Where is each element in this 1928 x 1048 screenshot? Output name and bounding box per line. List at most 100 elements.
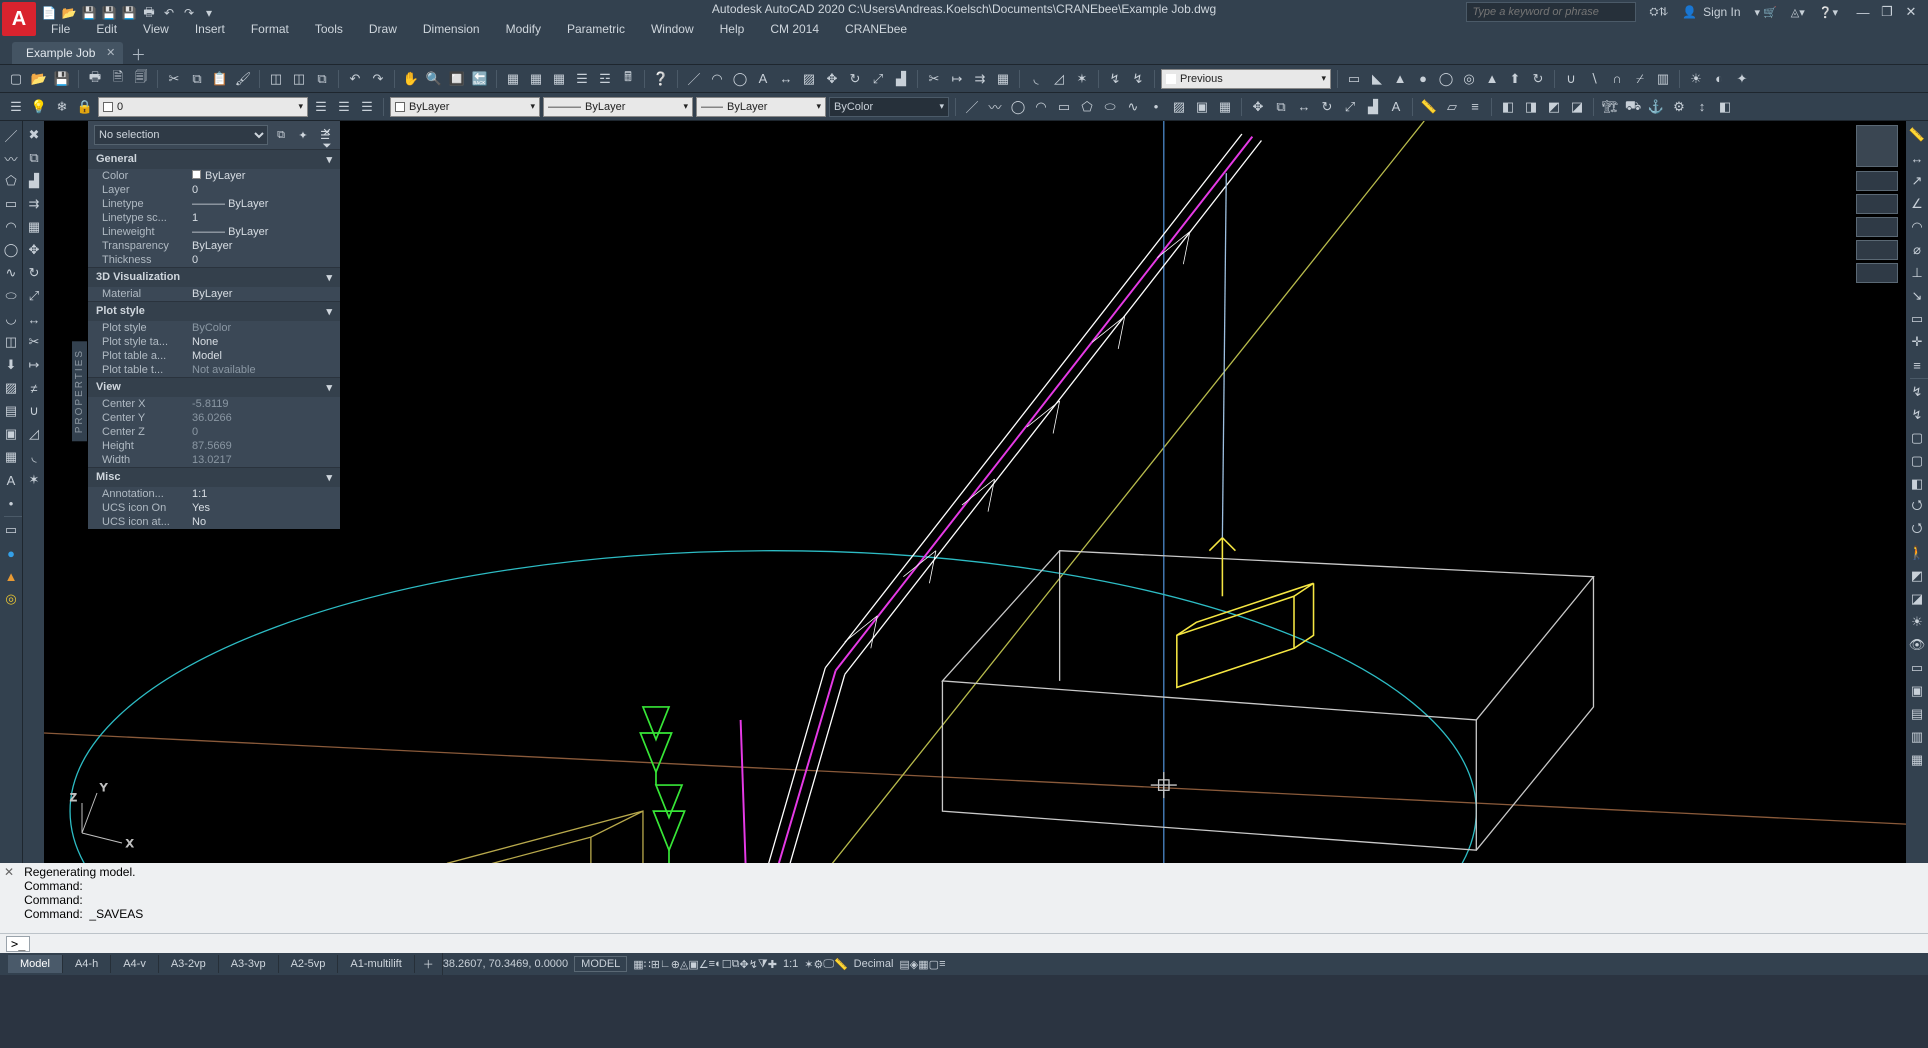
grid2-icon[interactable]: ▦ — [526, 69, 546, 89]
rt-3dorbit-icon[interactable]: ⭯ — [1907, 520, 1927, 540]
union-icon[interactable]: ∪ — [1561, 69, 1581, 89]
extend-icon[interactable]: ↦ — [947, 69, 967, 89]
circle-icon[interactable]: ◯ — [730, 69, 750, 89]
layer-manager-icon[interactable]: ☰ — [6, 97, 26, 117]
rt-xb-icon[interactable]: ▥ — [1907, 727, 1927, 747]
lt-arc-icon[interactable]: ◠ — [1, 217, 21, 237]
add-tab-button[interactable]: ＋ — [127, 44, 149, 64]
lt2-extend-icon[interactable]: ↦ — [24, 355, 44, 375]
grid-icon[interactable]: ▦ — [503, 69, 523, 89]
search-input[interactable] — [1466, 2, 1636, 22]
layout-add-icon[interactable]: ＋ — [415, 953, 443, 975]
rt-dim-dia-icon[interactable]: ⌀ — [1907, 240, 1927, 260]
sb-hw-icon[interactable]: ◈ — [910, 958, 918, 971]
line2-icon[interactable]: ／ — [962, 97, 982, 117]
lt-box3d-icon[interactable]: ▭ — [1, 520, 21, 540]
rotate2-icon[interactable]: ↻ — [1317, 97, 1337, 117]
scale-icon[interactable]: ⤢ — [868, 69, 888, 89]
rt-view-fr-icon[interactable]: ▢ — [1907, 451, 1927, 471]
circle2-icon[interactable]: ◯ — [1008, 97, 1028, 117]
mat-icon[interactable]: ◐ — [1709, 69, 1729, 89]
lt-hatch-icon[interactable]: ▨ — [1, 378, 21, 398]
units-display[interactable]: Decimal — [848, 958, 900, 970]
selection-select[interactable]: No selection — [94, 125, 268, 145]
menu-file[interactable]: File — [38, 19, 83, 39]
paste-icon[interactable]: 📋 — [210, 69, 230, 89]
rt-cen-icon[interactable]: ✛ — [1907, 332, 1927, 352]
model-viewport[interactable]: X Y Z ✕ ⏷ PROPERTIES No selection ⧉ ✦ ☰ … — [44, 121, 1906, 863]
command-input[interactable] — [30, 937, 1922, 951]
lt2-chamfer-icon[interactable]: ◿ — [24, 424, 44, 444]
cranebee2-icon[interactable]: ⛟ — [1623, 97, 1643, 117]
layer-iso-icon[interactable]: ☰ — [334, 97, 354, 117]
cranebee5-icon[interactable]: ↕ — [1692, 97, 1712, 117]
cb2-icon[interactable]: ◨ — [1521, 97, 1541, 117]
lt2-break-icon[interactable]: ≠ — [24, 378, 44, 398]
menu-draw[interactable]: Draw — [356, 19, 410, 39]
nav-show-icon[interactable] — [1856, 263, 1898, 283]
cut-icon[interactable]: ✂ — [164, 69, 184, 89]
line-icon[interactable]: ／ — [684, 69, 704, 89]
layers-icon[interactable]: ☰ — [572, 69, 592, 89]
sb-iso2-icon[interactable]: ▦ — [918, 958, 928, 971]
offset-icon[interactable]: ⇉ — [970, 69, 990, 89]
lt-poly-icon[interactable]: ⬠ — [1, 171, 21, 191]
rt-xa-icon[interactable]: ▤ — [1907, 704, 1927, 724]
menu-edit[interactable]: Edit — [83, 19, 130, 39]
layout-tab-a33[interactable]: A3-3vp — [219, 955, 279, 973]
rt-dist-icon[interactable]: 📏 — [1907, 125, 1927, 145]
hatch-icon[interactable]: ▨ — [799, 69, 819, 89]
section-misc[interactable]: Misc▾ — [88, 467, 340, 487]
zoom-prev-icon[interactable]: 🔙 — [470, 69, 490, 89]
lt-ellipse-icon[interactable]: ⬭ — [1, 286, 21, 306]
rt-render2-icon[interactable]: ☀ — [1907, 612, 1927, 632]
cb4-icon[interactable]: ◪ — [1567, 97, 1587, 117]
lt2-rotate-icon[interactable]: ↻ — [24, 263, 44, 283]
sphere-icon[interactable]: ● — [1413, 69, 1433, 89]
stretch-icon[interactable]: ↔ — [1294, 97, 1314, 117]
sb-infer-icon[interactable]: ⊞ — [651, 958, 660, 971]
dist-icon[interactable]: 📏 — [1419, 97, 1439, 117]
cart-icon[interactable]: ▾ 🛒 — [1755, 6, 1777, 19]
lt2-fillet-icon[interactable]: ◟ — [24, 447, 44, 467]
calc-icon[interactable]: 🖩 — [618, 69, 638, 89]
save-dwg-icon[interactable]: 💾 — [52, 69, 72, 89]
layer-walk-icon[interactable]: ☰ — [357, 97, 377, 117]
sb-custom-icon[interactable]: ≡ — [939, 958, 945, 970]
publish-icon[interactable]: 🗐 — [131, 69, 151, 89]
quick-select-icon[interactable]: ⧉ — [272, 126, 290, 144]
layer-prev-icon[interactable]: ☰ — [311, 97, 331, 117]
sb-clean-icon[interactable]: ▢ — [929, 958, 939, 971]
point-icon[interactable]: • — [1146, 97, 1166, 117]
sb-annovisible-icon[interactable]: ✶ — [804, 958, 813, 971]
render-icon[interactable]: ☀ — [1686, 69, 1706, 89]
nav-pan-icon[interactable] — [1856, 194, 1898, 214]
redo-icon[interactable]: ↷ — [368, 69, 388, 89]
menu-format[interactable]: Format — [238, 19, 302, 39]
text-icon[interactable]: A — [1386, 97, 1406, 117]
pyramid-icon[interactable]: ▲ — [1482, 69, 1502, 89]
cmd-close-icon[interactable]: ✕ — [0, 863, 18, 933]
sb-trn-icon[interactable]: ◐ — [715, 958, 722, 970]
lt-table-icon[interactable]: ▦ — [1, 447, 21, 467]
box-icon[interactable]: ▭ — [1344, 69, 1364, 89]
layer-select[interactable]: 0 ▾ — [98, 97, 308, 117]
grid3-icon[interactable]: ▦ — [549, 69, 569, 89]
rt-dim-rad-icon[interactable]: ◠ — [1907, 217, 1927, 237]
document-tab[interactable]: Example Job ✕ — [12, 42, 123, 64]
menu-help[interactable]: Help — [707, 19, 758, 39]
rt-dim-ang-icon[interactable]: ∠ — [1907, 194, 1927, 214]
sb-gizmo-icon[interactable]: ✥ — [739, 958, 748, 971]
sb-filter-icon[interactable]: ⧩ — [758, 958, 768, 971]
rt-leader-icon[interactable]: ↘ — [1907, 286, 1927, 306]
lt2-join-icon[interactable]: ∪ — [24, 401, 44, 421]
rt-walk-icon[interactable]: 🚶 — [1907, 543, 1927, 563]
nav-wheel-icon[interactable] — [1856, 171, 1898, 191]
app-logo[interactable]: A — [2, 2, 36, 36]
sb-ortho-icon[interactable]: ∟ — [660, 958, 671, 970]
lt-text-icon[interactable]: A — [1, 470, 21, 490]
exchange-icon[interactable]: ⛭⇅ — [1650, 6, 1669, 19]
section-icon[interactable]: ▥ — [1653, 69, 1673, 89]
section-view[interactable]: View▾ — [88, 377, 340, 397]
menu-insert[interactable]: Insert — [182, 19, 238, 39]
